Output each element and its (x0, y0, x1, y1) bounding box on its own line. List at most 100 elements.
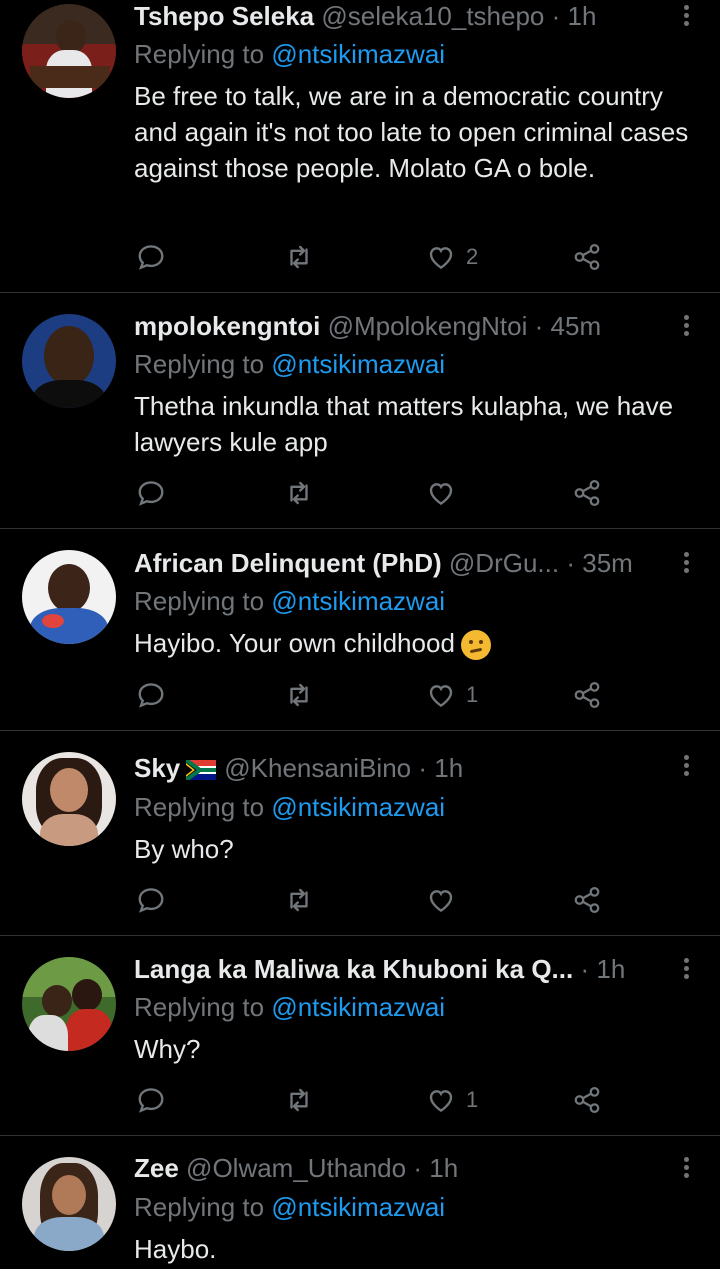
like-icon (429, 483, 453, 506)
share-button[interactable] (572, 1083, 602, 1117)
user-handle[interactable]: @Olwam_Uthando (186, 1153, 406, 1183)
like-button[interactable]: 1 (426, 1083, 478, 1117)
reply-tweet[interactable]: Zee @Olwam_Uthando · 1h Replying to @nts… (0, 1136, 720, 1269)
display-name[interactable]: Sky (134, 753, 180, 783)
share-icon (574, 682, 600, 708)
avatar[interactable] (22, 752, 116, 846)
replying-to: Replying to @ntsikimazwai (134, 991, 445, 1023)
reply-tweet[interactable]: Sky @KhensaniBino · 1h Replying to @ntsi… (0, 731, 720, 936)
more-icon[interactable] (680, 549, 692, 579)
avatar[interactable] (22, 1157, 116, 1251)
more-icon[interactable] (680, 312, 692, 342)
reply-button[interactable] (136, 1083, 166, 1117)
mention-link[interactable]: @ntsikimazwai (271, 792, 445, 822)
replying-to-label: Replying to (134, 792, 272, 822)
share-button[interactable] (572, 883, 602, 917)
reply-icon (138, 245, 164, 270)
timestamp[interactable]: 1h (568, 1, 597, 31)
replying-to-label: Replying to (134, 1192, 272, 1222)
retweet-button[interactable] (284, 883, 314, 917)
like-button[interactable] (426, 883, 466, 917)
reply-tweet[interactable]: Langa ka Maliwa ka Khuboni ka Q... · 1h … (0, 936, 720, 1136)
avatar[interactable] (22, 314, 116, 408)
retweet-button[interactable] (284, 240, 314, 274)
tweet-text: Thetha inkundla that matters kulapha, we… (134, 391, 674, 457)
timestamp[interactable]: 1h (434, 753, 463, 783)
separator-dot: · (580, 954, 590, 984)
reply-button[interactable] (136, 678, 166, 712)
replying-to: Replying to @ntsikimazwai (134, 38, 445, 70)
reply-button[interactable] (136, 240, 166, 274)
avatar[interactable] (22, 4, 116, 98)
like-count: 1 (466, 1087, 479, 1112)
timestamp[interactable]: 1h (429, 1153, 458, 1183)
replying-to: Replying to @ntsikimazwai (134, 585, 445, 617)
tweet-text: Why? (134, 1034, 201, 1064)
retweet-button[interactable] (284, 476, 314, 510)
tweet-header: African Delinquent (PhD) @DrGu... · 35m (134, 547, 660, 579)
tweet-text: Be free to talk, we are in a democratic … (134, 81, 689, 183)
reply-button[interactable] (136, 476, 166, 510)
retweet-button[interactable] (284, 1083, 314, 1117)
mention-link[interactable]: @ntsikimazwai (271, 992, 445, 1022)
more-icon[interactable] (680, 955, 692, 985)
like-icon (429, 890, 453, 913)
share-button[interactable] (572, 240, 602, 274)
avatar[interactable] (22, 957, 116, 1051)
separator-dot: · (418, 753, 428, 783)
separator-dot: · (551, 1, 561, 31)
reply-tweet[interactable]: African Delinquent (PhD) @DrGu... · 35m … (0, 529, 720, 731)
south-africa-flag-icon (186, 760, 217, 781)
tweet-text: By who? (134, 834, 234, 864)
mention-link[interactable]: @ntsikimazwai (271, 349, 445, 379)
mention-link[interactable]: @ntsikimazwai (271, 586, 445, 616)
share-icon (574, 480, 600, 506)
reply-tweet[interactable]: mpolokengntoi @MpolokengNtoi · 45m Reply… (0, 293, 720, 529)
like-button[interactable]: 1 (426, 678, 478, 712)
timestamp[interactable]: 35m (582, 548, 633, 578)
more-icon[interactable] (680, 1154, 692, 1184)
tweet-actions: 2 (134, 240, 614, 274)
user-handle[interactable]: @DrGu... (449, 548, 559, 578)
mention-link[interactable]: @ntsikimazwai (271, 39, 445, 69)
tweet-actions (134, 476, 614, 510)
timestamp[interactable]: 45m (551, 311, 602, 341)
avatar[interactable] (22, 550, 116, 644)
reply-icon (138, 683, 164, 708)
retweet-icon (290, 683, 308, 707)
retweet-button[interactable] (284, 678, 314, 712)
separator-dot: · (413, 1153, 423, 1183)
like-count: 1 (466, 682, 479, 707)
display-name[interactable]: Langa ka Maliwa ka Khuboni ka Q... (134, 954, 573, 984)
user-handle[interactable]: @KhensaniBino (224, 753, 411, 783)
tweet-header: Tshepo Seleka @seleka10_tshepo · 1h (134, 0, 660, 32)
share-button[interactable] (572, 678, 602, 712)
timestamp[interactable]: 1h (596, 954, 625, 984)
share-button[interactable] (572, 476, 602, 510)
user-handle[interactable]: @seleka10_tshepo (321, 1, 544, 31)
display-name[interactable]: mpolokengntoi (134, 311, 320, 341)
retweet-icon (290, 888, 308, 912)
display-name[interactable]: Zee (134, 1153, 179, 1183)
share-icon (574, 1087, 600, 1113)
reply-button[interactable] (136, 883, 166, 917)
display-name[interactable]: African Delinquent (PhD) (134, 548, 442, 578)
like-button[interactable] (426, 476, 466, 510)
like-icon (429, 685, 453, 708)
mention-link[interactable]: @ntsikimazwai (271, 1192, 445, 1222)
like-icon (429, 247, 453, 270)
tweet-header: Sky @KhensaniBino · 1h (134, 752, 660, 784)
more-icon[interactable] (680, 752, 692, 782)
retweet-icon (290, 245, 308, 269)
separator-dot: · (566, 548, 575, 578)
replying-to-label: Replying to (134, 349, 272, 379)
user-handle[interactable]: @MpolokengNtoi (328, 311, 528, 341)
more-icon[interactable] (680, 2, 692, 32)
display-name[interactable]: Tshepo Seleka (134, 1, 314, 31)
reply-icon (138, 888, 164, 913)
replying-to-label: Replying to (134, 586, 272, 616)
like-button[interactable]: 2 (426, 240, 478, 274)
reply-icon (138, 1088, 164, 1113)
reply-tweet[interactable]: Tshepo Seleka @seleka10_tshepo · 1h Repl… (0, 0, 720, 293)
replying-to: Replying to @ntsikimazwai (134, 348, 445, 380)
